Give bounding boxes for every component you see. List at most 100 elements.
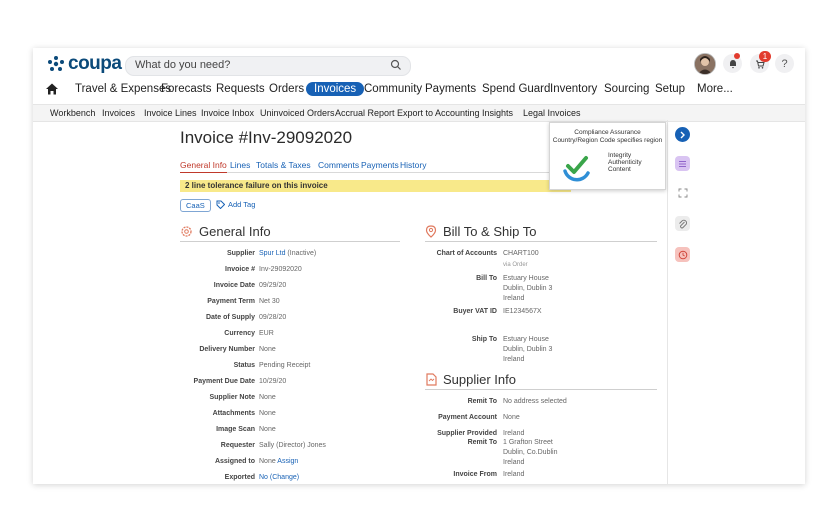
remit-to-2-line-3: Ireland — [503, 459, 525, 466]
invoice-date-value: 09/29/20 — [259, 282, 287, 289]
gear-icon — [181, 226, 192, 237]
bill-to-line-2: Dublin, Dublin 3 — [503, 285, 553, 292]
logo-text: coupa — [68, 53, 122, 74]
supplier-info-title: Supplier Info — [443, 372, 516, 387]
nav-community[interactable]: Community — [364, 83, 422, 95]
subnav-invoice-lines[interactable]: Invoice Lines — [144, 108, 197, 118]
add-tag-link[interactable]: Add Tag — [216, 200, 255, 209]
right-rail-divider — [667, 120, 668, 484]
subnav-legal-invoices[interactable]: Legal Invoices — [523, 108, 581, 118]
subnav-export-to-accounting[interactable]: Export to Accounting — [397, 108, 480, 118]
bill-to-title: Bill To & Ship To — [443, 224, 537, 239]
subnav-workbench[interactable]: Workbench — [50, 108, 95, 118]
search-input[interactable]: What do you need? — [125, 56, 411, 76]
nav-forecasts[interactable]: Forecasts — [161, 83, 212, 95]
avatar-image — [695, 54, 715, 74]
main-nav: Travel & Expenses Forecasts Requests Ord… — [33, 80, 805, 102]
tag-chip[interactable]: CaaS — [180, 199, 211, 212]
general-info-divider — [180, 241, 400, 242]
bill-to-divider — [425, 241, 657, 242]
remit-to-value: No address selected — [503, 398, 567, 405]
nav-more[interactable]: More... — [697, 83, 733, 95]
tab-comments[interactable]: Comments — [318, 160, 359, 170]
invoice-tabs: General Info Lines Totals & Taxes Commen… — [180, 160, 580, 173]
change-link[interactable]: (Change) — [270, 474, 299, 481]
cart-button[interactable]: 1 — [750, 51, 771, 73]
coupa-logo[interactable]: coupa — [47, 53, 122, 75]
search-icon[interactable] — [390, 59, 402, 71]
chart-of-accounts-sub: via Order — [503, 262, 528, 268]
remit-to-2-line-2: Dublin, Co.Dublin — [503, 449, 558, 456]
invoice-from-label: Invoice From — [453, 471, 497, 478]
tab-history[interactable]: History — [400, 160, 426, 170]
tab-general-info[interactable]: General Info — [180, 160, 227, 173]
status-label: Status — [233, 362, 255, 369]
nav-sourcing[interactable]: Sourcing — [604, 83, 649, 95]
avatar[interactable] — [694, 53, 716, 75]
nav-inventory[interactable]: Inventory — [550, 83, 597, 95]
notifications-button[interactable] — [723, 53, 742, 73]
remit-to-label: Remit To — [467, 398, 497, 405]
home-icon[interactable] — [45, 82, 59, 96]
supplier-link[interactable]: Spur Ltd — [259, 250, 285, 257]
top-bar: coupa What do you need? 1 ? — [33, 48, 805, 78]
requester-value: Sally (Director) Jones — [259, 442, 326, 449]
payment-account-label: Payment Account — [438, 414, 497, 421]
supplier-note-label: Supplier Note — [209, 394, 255, 401]
nav-orders[interactable]: Orders — [269, 83, 304, 95]
general-info-heading: General Info — [180, 224, 271, 239]
subnav-insights[interactable]: Insights — [482, 108, 513, 118]
tag-icon — [216, 200, 225, 209]
clock-icon — [678, 250, 687, 259]
compliance-title-line-1: Compliance Assurance — [574, 129, 641, 136]
tab-lines[interactable]: Lines — [230, 160, 250, 170]
tab-totals-taxes[interactable]: Totals & Taxes — [256, 160, 311, 170]
bill-to-heading: Bill To & Ship To — [425, 224, 536, 239]
exported-value[interactable]: No (Change) — [259, 473, 299, 483]
subnav-accrual-report[interactable]: Accrual Report — [335, 108, 395, 118]
tab-payments[interactable]: Payments — [361, 160, 399, 170]
payment-due-date-value: 10/29/20 — [259, 378, 287, 385]
subnav-uninvoiced-orders[interactable]: Uninvoiced Orders — [260, 108, 335, 118]
ship-to-line-3: Ireland — [503, 356, 525, 363]
requester-label: Requester — [220, 442, 255, 449]
currency-value: EUR — [259, 330, 274, 337]
currency-label: Currency — [224, 330, 255, 337]
add-tag-label: Add Tag — [228, 200, 256, 209]
subnav-invoice-inbox[interactable]: Invoice Inbox — [201, 108, 254, 118]
bill-to-label: Bill To — [476, 275, 497, 282]
compliance-item-integrity: Integrity — [608, 152, 632, 159]
attachment-button[interactable] — [675, 216, 690, 231]
image-scan-value: None — [259, 426, 276, 433]
bell-icon — [729, 59, 736, 68]
help-button[interactable]: ? — [775, 54, 794, 73]
location-pin-icon — [425, 225, 437, 238]
nav-setup[interactable]: Setup — [655, 83, 685, 95]
compliance-checklist: Integrity Authenticity Content — [608, 152, 642, 173]
supplier-note-value: None — [259, 394, 276, 401]
attachments-value: None — [259, 410, 276, 417]
invoice-from-value: Ireland — [503, 471, 525, 478]
supplier-provided-label: Supplier Provided — [437, 430, 497, 437]
nav-travel-expenses[interactable]: Travel & Expenses — [75, 83, 171, 95]
invoice-number-value: Inv-29092020 — [259, 266, 302, 273]
list-panel-button[interactable] — [675, 156, 690, 171]
exported-text: No — [259, 474, 268, 481]
ship-to-line-1: Estuary House — [503, 336, 549, 343]
history-panel-button[interactable] — [675, 247, 690, 262]
remit-to-2-line-1: 1 Grafton Street — [503, 439, 553, 446]
expand-panel-button[interactable] — [675, 127, 690, 142]
assigned-to-text: None — [259, 458, 276, 465]
chart-of-accounts-value: CHART100 — [503, 250, 539, 257]
assign-link[interactable]: Assign — [277, 458, 298, 465]
nav-invoices[interactable]: Invoices — [306, 82, 365, 96]
payment-term-label: Payment Term — [207, 298, 255, 305]
nav-payments[interactable]: Payments — [425, 83, 476, 95]
image-scan-label: Image Scan — [216, 426, 255, 433]
expand-icon — [678, 188, 687, 197]
fullscreen-button[interactable] — [675, 185, 690, 200]
general-info-title: General Info — [199, 224, 271, 239]
nav-spend-guard[interactable]: Spend Guard — [482, 83, 550, 95]
nav-requests[interactable]: Requests — [216, 83, 265, 95]
subnav-invoices[interactable]: Invoices — [102, 108, 135, 118]
